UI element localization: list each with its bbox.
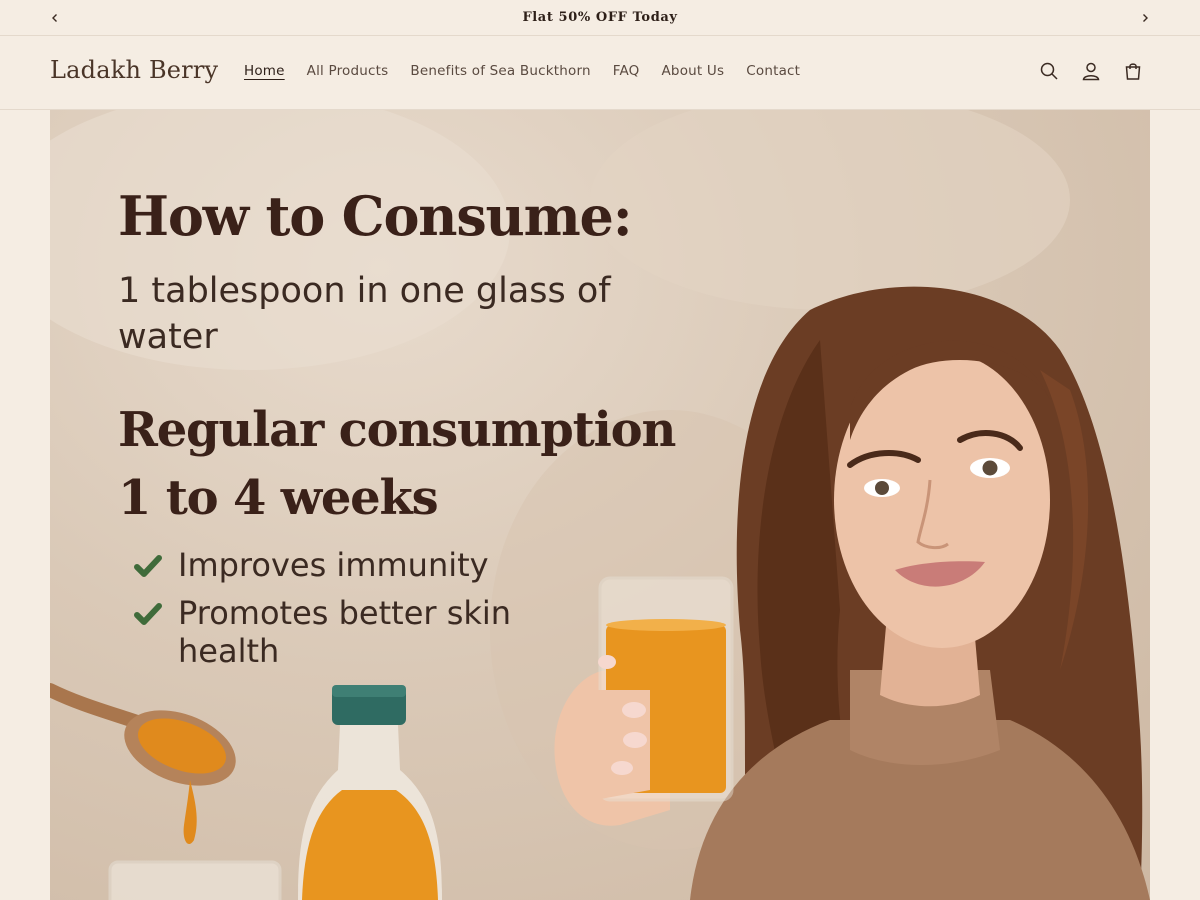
benefit-text: Improves immunity: [178, 546, 489, 584]
header-icons: [1038, 60, 1144, 82]
benefit-item: Improves immunity: [134, 546, 538, 584]
nav-faq[interactable]: FAQ: [613, 63, 640, 79]
nav-about-us[interactable]: About Us: [662, 63, 725, 79]
hero-title-2-line-1: Regular consumption: [118, 402, 676, 458]
check-icon: [134, 594, 164, 630]
nav-contact[interactable]: Contact: [746, 63, 800, 79]
nav-all-products[interactable]: All Products: [307, 63, 389, 79]
chevron-right-icon[interactable]: [1136, 9, 1154, 27]
hero-title: How to Consume:: [118, 184, 633, 248]
hero-title-2: Regular consumption 1 to 4 weeks: [118, 396, 758, 532]
nav-benefits[interactable]: Benefits of Sea Buckthorn: [410, 63, 590, 79]
benefit-text: Promotes better skin health: [178, 594, 512, 670]
cart-icon[interactable]: [1122, 60, 1144, 82]
check-icon: [134, 546, 164, 582]
benefit-list: Improves immunity Promotes better skin h…: [134, 546, 538, 680]
announcement-bar: Flat 50% OFF Today: [0, 0, 1200, 36]
benefit-item: Promotes better skin health: [134, 594, 538, 670]
chevron-left-icon[interactable]: [46, 9, 64, 27]
nav-home[interactable]: Home: [244, 63, 285, 79]
site-logo[interactable]: Ladakh Berry: [50, 56, 218, 84]
main-nav: Home All Products Benefits of Sea Buckth…: [244, 63, 800, 79]
hero-subtitle: 1 tablespoon in one glass of water: [118, 271, 611, 357]
hero-title-2-line-2: 1 to 4 weeks: [118, 470, 439, 526]
hero-banner[interactable]: How to Consume: 1 tablespoon in one glas…: [50, 110, 1150, 900]
site-header: Ladakh Berry Home All Products Benefits …: [0, 36, 1200, 110]
search-icon[interactable]: [1038, 60, 1060, 82]
announcement-text: Flat 50% OFF Today: [522, 10, 678, 25]
account-icon[interactable]: [1080, 60, 1102, 82]
